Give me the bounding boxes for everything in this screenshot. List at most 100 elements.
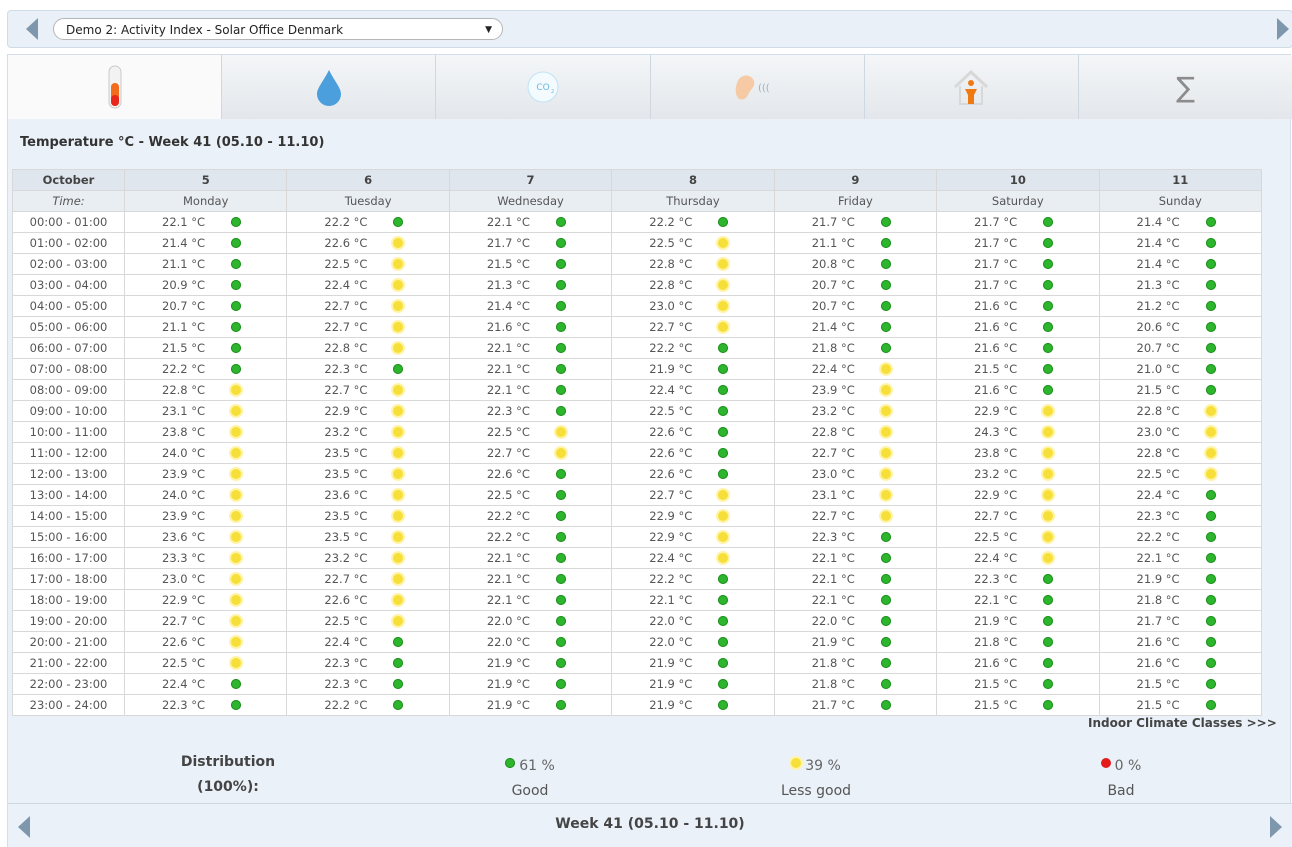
temperature-cell: 22.7 °C	[286, 379, 450, 401]
good-label: Good	[511, 783, 549, 799]
temperature-cell: 23.2 °C	[773, 400, 938, 422]
temperature-value: 22.5 °C	[649, 236, 693, 250]
temperature-value: 21.8 °C	[811, 677, 855, 691]
temperature-cell: 22.7 °C	[286, 295, 450, 317]
good-status-icon	[1043, 364, 1054, 374]
table-row: 07:00 - 08:00 22.2 °C 22.3 °C 22.1 °C 21.9 °…	[12, 358, 1263, 380]
less-good-status-icon	[718, 259, 729, 269]
temperature-cell: 22.5 °C	[286, 253, 450, 275]
temperature-value: 22.2 °C	[162, 362, 206, 376]
svg-text:(((: (((	[758, 83, 770, 94]
temperature-value: 23.9 °C	[162, 509, 206, 523]
good-status-icon	[555, 406, 566, 416]
less-good-status-icon	[393, 469, 404, 479]
time-header: Time:	[12, 190, 125, 212]
good-status-icon	[1043, 385, 1054, 395]
temperature-value: 21.6 °C	[1136, 656, 1180, 670]
less-good-status-icon	[1043, 406, 1054, 416]
temperature-value: 22.3 °C	[324, 677, 368, 691]
table-row: 17:00 - 18:00 23.0 °C 22.7 °C 22.1 °C 22.2 °…	[12, 568, 1263, 590]
temperature-cell: 21.9 °C	[448, 694, 613, 716]
previous-arrow-icon[interactable]	[26, 18, 38, 40]
temperature-cell: 22.8 °C	[773, 421, 938, 443]
date-header: 8	[611, 169, 775, 191]
less-good-status-icon	[718, 238, 729, 248]
less-good-status-icon	[1043, 427, 1054, 437]
temperature-cell: 21.6 °C	[1098, 631, 1263, 653]
date-header: 11	[1098, 169, 1263, 191]
indoor-climate-classes-link[interactable]: Indoor Climate Classes >>>	[1088, 716, 1277, 730]
temperature-cell: 21.9 °C	[448, 673, 613, 695]
tab-temperature[interactable]	[8, 55, 223, 119]
tab-summary[interactable]: ∑	[1078, 55, 1292, 119]
temperature-cell: 22.3 °C	[123, 694, 288, 716]
temperature-value: 21.6 °C	[974, 341, 1018, 355]
good-status-icon	[718, 385, 729, 395]
table-row: 16:00 - 17:00 23.3 °C 23.2 °C 22.1 °C 22.4 °…	[12, 547, 1263, 569]
good-status-icon	[880, 532, 891, 542]
temperature-value: 22.7 °C	[486, 446, 530, 460]
temperature-value: 21.8 °C	[1136, 593, 1180, 607]
good-status-icon	[880, 238, 891, 248]
temperature-cell: 23.8 °C	[936, 442, 1100, 464]
good-status-icon	[1043, 700, 1054, 710]
less-good-status-icon	[231, 616, 241, 626]
temperature-cell: 21.5 °C	[123, 337, 288, 359]
table-row: 23:00 - 24:00 22.3 °C 22.2 °C 21.9 °C 21.9 °…	[12, 694, 1263, 716]
good-status-icon	[880, 700, 891, 710]
project-selector[interactable]: Demo 2: Activity Index - Solar Office De…	[53, 18, 503, 40]
good-status-icon	[1043, 322, 1054, 332]
next-week-arrow-icon[interactable]	[1270, 816, 1282, 838]
temperature-cell: 22.1 °C	[448, 379, 613, 401]
tab-activity[interactable]	[864, 55, 1079, 119]
table-row: 21:00 - 22:00 22.5 °C 22.3 °C 21.9 °C 21.9 °…	[12, 652, 1263, 674]
temperature-cell: 23.1 °C	[773, 484, 938, 506]
temperature-cell: 21.9 °C	[611, 358, 775, 380]
good-status-icon	[718, 595, 729, 605]
good-status-icon	[1205, 658, 1216, 668]
temperature-value: 22.4 °C	[324, 278, 368, 292]
sigma-icon: ∑	[1176, 70, 1195, 104]
temperature-value: 21.7 °C	[974, 215, 1018, 229]
svg-text:2: 2	[551, 89, 554, 95]
temperature-cell: 22.6 °C	[286, 232, 450, 254]
less-good-status-icon	[880, 469, 891, 479]
temperature-cell: 22.3 °C	[773, 526, 938, 548]
temperature-cell: 23.2 °C	[286, 421, 450, 443]
good-status-icon	[1205, 532, 1216, 542]
time-slot: 18:00 - 19:00	[12, 589, 125, 611]
temperature-value: 22.9 °C	[649, 530, 693, 544]
good-status-icon	[718, 343, 729, 353]
less-good-status-icon	[880, 406, 891, 416]
tab-co2[interactable]: CO 2	[436, 55, 651, 119]
time-slot: 10:00 - 11:00	[12, 421, 125, 443]
temperature-cell: 22.3 °C	[286, 652, 450, 674]
temperature-value: 21.9 °C	[649, 677, 693, 691]
less-good-status-icon	[718, 511, 729, 521]
temperature-cell: 23.5 °C	[286, 526, 450, 548]
time-slot: 16:00 - 17:00	[12, 547, 125, 569]
distribution-less-good: 39 % Less good	[741, 754, 891, 804]
temperature-cell: 22.2 °C	[286, 211, 450, 233]
temperature-value: 21.1 °C	[162, 257, 206, 271]
temperature-value: 22.1 °C	[811, 572, 855, 586]
temperature-cell: 22.1 °C	[123, 211, 288, 233]
temperature-value: 22.9 °C	[324, 404, 368, 418]
temperature-cell: 22.9 °C	[611, 505, 775, 527]
good-status-icon	[1205, 679, 1216, 689]
temperature-value: 22.8 °C	[811, 425, 855, 439]
good-status-icon	[1043, 343, 1054, 353]
bad-indicator-icon	[1100, 758, 1111, 768]
good-status-icon	[555, 490, 566, 500]
temperature-value: 21.9 °C	[649, 656, 693, 670]
next-arrow-icon[interactable]	[1277, 18, 1289, 40]
tab-acoustics[interactable]: (((	[650, 55, 865, 119]
temperature-value: 22.3 °C	[324, 656, 368, 670]
temperature-cell: 22.7 °C	[936, 505, 1100, 527]
tab-humidity[interactable]	[222, 55, 437, 119]
temperature-cell: 21.6 °C	[936, 379, 1100, 401]
temperature-cell: 22.0 °C	[448, 631, 613, 653]
temperature-value: 21.5 °C	[974, 362, 1018, 376]
temperature-value: 21.1 °C	[811, 236, 855, 250]
temperature-value: 23.5 °C	[324, 467, 368, 481]
